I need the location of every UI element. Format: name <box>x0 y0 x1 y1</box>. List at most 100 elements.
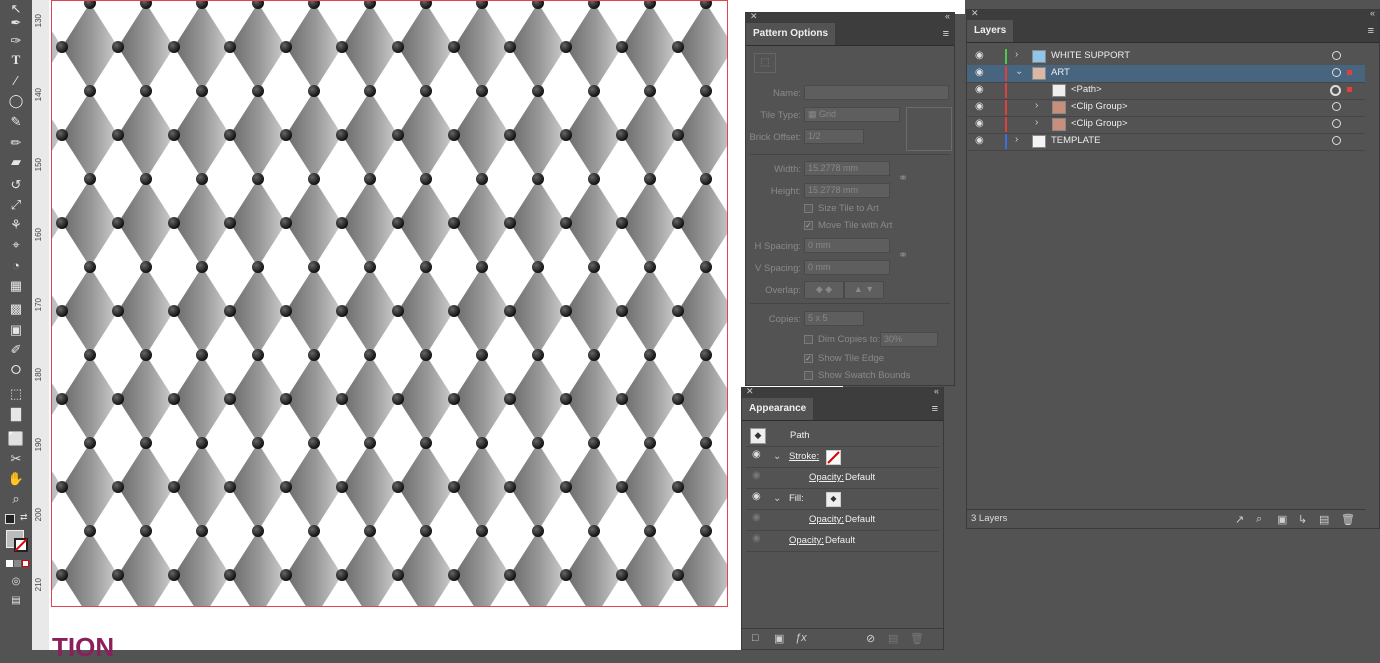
dim-copies-checkbox[interactable] <box>804 335 813 344</box>
selection-indicator-icon[interactable] <box>1347 87 1352 92</box>
tab-appearance[interactable]: Appearance <box>742 398 814 420</box>
stroke-opacity-label[interactable]: Opacity: <box>809 472 844 483</box>
visibility-eye-icon[interactable]: ◉ <box>752 491 761 502</box>
paintbrush-icon[interactable]: ✎ <box>6 113 26 131</box>
stroke-label[interactable]: Stroke: <box>789 451 819 462</box>
show-swatch-bounds-checkbox[interactable] <box>804 371 813 380</box>
brick-offset-select[interactable]: 1/2 <box>804 129 864 144</box>
layer-row[interactable]: ◉ <Path> <box>967 82 1365 100</box>
delete-item-icon[interactable]: 🗑 <box>910 632 924 645</box>
move-tile-checkbox[interactable]: ✓ <box>804 221 813 230</box>
pattern-artwork[interactable] <box>52 1 728 607</box>
chevron-right-icon[interactable]: › <box>1035 117 1038 128</box>
fx-icon[interactable]: ƒx <box>795 632 807 644</box>
link-proportions-icon[interactable]: ⚭ <box>898 171 908 185</box>
target-circle-icon[interactable] <box>1332 136 1341 145</box>
layer-row[interactable]: ◉ › <Clip Group> <box>967 99 1365 117</box>
visibility-eye-icon[interactable]: ◉ <box>752 470 761 481</box>
layer-row[interactable]: ◉ ⌄ ART <box>967 65 1365 83</box>
ellipse-icon[interactable]: ◯ <box>6 92 26 110</box>
collapse-icon[interactable]: « <box>934 386 939 396</box>
visibility-eye-icon[interactable]: ◉ <box>975 67 984 78</box>
scale-icon[interactable]: ⤢ <box>6 196 26 214</box>
pin-icon[interactable]: ⌖ <box>6 236 26 254</box>
clear-appearance-icon[interactable]: ⊘ <box>866 632 875 645</box>
type-icon[interactable]: T <box>6 51 26 69</box>
chevron-down-icon[interactable]: ⌄ <box>773 451 781 462</box>
puppet-warp-icon[interactable]: ⚘ <box>6 216 26 234</box>
eraser-icon[interactable]: ▰ <box>6 153 26 171</box>
artboard-icon[interactable]: ⬜ <box>6 430 26 448</box>
shape-builder-icon[interactable]: ◔ <box>6 257 26 275</box>
add-stroke-icon[interactable]: □ <box>752 632 759 644</box>
panel-menu-icon[interactable]: ≡ <box>943 28 949 40</box>
height-field[interactable]: 15.2778 mm <box>804 183 890 198</box>
new-sublayer-icon[interactable]: ↳ <box>1298 513 1307 526</box>
panel-menu-icon[interactable]: ≡ <box>932 403 938 415</box>
layer-row[interactable]: ◉ › WHITE SUPPORT <box>967 48 1365 66</box>
object-opacity-label[interactable]: Opacity: <box>789 535 824 546</box>
hand-icon[interactable]: ✋ <box>6 470 26 488</box>
visibility-eye-icon[interactable]: ◉ <box>752 533 761 544</box>
copies-select[interactable]: 5 x 5 <box>804 311 864 326</box>
new-layer-icon[interactable]: ▤ <box>1319 513 1329 526</box>
collapse-icon[interactable]: « <box>1370 8 1375 18</box>
v-spacing-field[interactable]: 0 mm <box>804 260 890 275</box>
gradient-mode-icon[interactable] <box>14 560 21 567</box>
visibility-eye-icon[interactable]: ◉ <box>975 50 984 61</box>
export-icon[interactable]: ↗ <box>1235 513 1244 526</box>
delete-layer-icon[interactable]: 🗑 <box>1341 513 1355 526</box>
mesh-icon[interactable]: ▩ <box>6 300 26 318</box>
fill-pattern-swatch-icon[interactable]: ◆ <box>826 492 841 507</box>
show-tile-edge-checkbox[interactable]: ✓ <box>804 354 813 363</box>
h-spacing-field[interactable]: 0 mm <box>804 238 890 253</box>
curvature-icon[interactable]: ✑ <box>6 32 26 50</box>
link-spacing-icon[interactable]: ⚭ <box>898 248 908 262</box>
layer-row[interactable]: ◉ › TEMPLATE <box>967 133 1365 151</box>
visibility-eye-icon[interactable]: ◉ <box>975 118 984 129</box>
visibility-eye-icon[interactable]: ◉ <box>975 101 984 112</box>
slice-icon[interactable]: ✂ <box>6 450 26 468</box>
visibility-eye-icon[interactable]: ◉ <box>752 449 761 460</box>
symbol-sprayer-icon[interactable]: ⬚ <box>6 385 26 403</box>
blend-icon[interactable]: ⭘ <box>6 361 26 379</box>
width-field[interactable]: 15.2778 mm <box>804 161 890 176</box>
zoom-icon[interactable]: ⌕ <box>6 490 26 508</box>
size-tile-checkbox[interactable] <box>804 204 813 213</box>
chevron-right-icon[interactable]: › <box>1035 100 1038 111</box>
fill-opacity-label[interactable]: Opacity: <box>809 514 844 525</box>
chevron-right-icon[interactable]: › <box>1015 134 1018 145</box>
target-circle-icon[interactable] <box>1332 102 1341 111</box>
default-colors-icon[interactable] <box>5 514 15 524</box>
swap-colors-icon[interactable]: ⇄ <box>20 512 28 523</box>
make-clipping-mask-icon[interactable]: ▣ <box>1277 513 1287 526</box>
color-mode-icon[interactable] <box>6 560 13 567</box>
dim-copies-select[interactable]: 30% <box>880 332 938 347</box>
pattern-tile-tool-icon[interactable]: ⬚ <box>754 53 776 73</box>
tab-layers[interactable]: Layers <box>967 20 1014 42</box>
pen-icon[interactable]: ✒ <box>6 14 26 32</box>
visibility-eye-icon[interactable]: ◉ <box>975 84 984 95</box>
target-circle-icon[interactable] <box>1332 119 1341 128</box>
add-fill-icon[interactable]: ▣ <box>774 632 784 645</box>
gradient-icon[interactable]: ▣ <box>6 321 26 339</box>
eyedropper-icon[interactable]: ✐ <box>6 341 26 359</box>
stroke-none-swatch-icon[interactable] <box>826 450 841 465</box>
target-circle-icon[interactable] <box>1332 51 1341 60</box>
close-icon[interactable]: ✕ <box>750 11 758 22</box>
overlap-horizontal-icon[interactable]: ◆ ◆ <box>804 281 844 299</box>
stroke-swatch-icon[interactable] <box>14 538 28 552</box>
close-icon[interactable]: ✕ <box>971 8 979 19</box>
target-circle-icon[interactable] <box>1330 85 1341 96</box>
visibility-eye-icon[interactable]: ◉ <box>975 135 984 146</box>
screen-mode-icon[interactable]: ▤ <box>6 592 26 610</box>
draw-mode-icon[interactable]: ◎ <box>6 573 26 591</box>
graph-icon[interactable]: ▇ <box>6 405 26 423</box>
name-field[interactable] <box>804 85 949 100</box>
overlap-vertical-icon[interactable]: ▲ ▼ <box>844 281 884 299</box>
perspective-icon[interactable]: ▦ <box>6 277 26 295</box>
duplicate-item-icon[interactable]: ▤ <box>888 632 898 645</box>
artboard[interactable] <box>51 0 728 607</box>
rotate-icon[interactable]: ↺ <box>6 176 26 194</box>
none-mode-icon[interactable] <box>22 560 29 567</box>
